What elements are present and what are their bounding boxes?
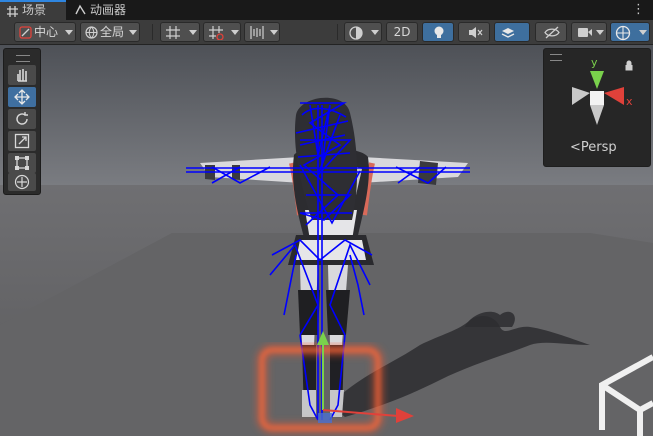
rect-transform-icon: [15, 156, 29, 170]
neg-y-cone[interactable]: [590, 105, 604, 125]
tab-animator-label: 动画器: [90, 3, 127, 17]
pivot-icon: [19, 26, 32, 39]
space-dropdown[interactable]: 全局: [80, 22, 140, 42]
rotate-icon: [16, 112, 28, 125]
center-cube[interactable]: [590, 91, 604, 105]
tab-animator[interactable]: 动画器: [68, 0, 174, 20]
2d-mode-button[interactable]: 2D: [386, 22, 418, 42]
chevron-down-icon: [65, 30, 73, 35]
grid-visibility-dropdown[interactable]: [160, 22, 200, 42]
move-icon: [14, 89, 30, 105]
effects-layers-icon: [501, 28, 515, 38]
neg-x-cone[interactable]: [572, 87, 590, 105]
grid-snap-icon: [166, 26, 180, 39]
chevron-down-icon: [596, 30, 604, 35]
chevron-down-icon: [129, 30, 137, 35]
camera-icon: [578, 28, 592, 37]
projection-label: Persp: [580, 140, 617, 155]
scene-visibility-toggle[interactable]: [535, 22, 567, 42]
chevron-down-icon: [270, 30, 278, 35]
toolbar-divider: [337, 24, 338, 40]
snap-increment-dropdown[interactable]: [203, 22, 241, 42]
scale-tool-button[interactable]: [8, 131, 36, 151]
xz-plane-handle[interactable]: [318, 413, 332, 423]
tool-palette: [3, 48, 41, 195]
gizmos-dropdown[interactable]: [610, 22, 650, 42]
align-icon: [250, 26, 264, 39]
rect-tool-button[interactable]: [8, 153, 36, 173]
chevron-down-icon: [189, 30, 197, 35]
scene-toolbar: 中心 全局 2D: [0, 20, 653, 54]
lightbulb-icon: [434, 26, 444, 38]
align-dropdown[interactable]: [244, 22, 280, 42]
scale-icon: [14, 133, 30, 149]
space-label: 全局: [100, 25, 125, 39]
draw-mode-dropdown[interactable]: [344, 22, 382, 42]
lighting-toggle[interactable]: [422, 22, 454, 42]
tab-bar: 场景 动画器 ⋮: [0, 0, 653, 20]
globe-icon: [85, 26, 98, 39]
tab-scene-label: 场景: [22, 3, 47, 17]
rotate-tool-button[interactable]: [8, 109, 36, 129]
chevron-down-icon: [371, 30, 379, 35]
orientation-gizmo[interactable]: y x <Persp: [543, 48, 651, 167]
y-cone[interactable]: [590, 71, 604, 89]
grid-icon: [7, 6, 18, 17]
hidden-eye-icon: [544, 26, 560, 39]
audio-toggle[interactable]: [458, 22, 490, 42]
hand-icon: [17, 69, 27, 82]
pivot-label: 中心: [34, 25, 59, 39]
shading-mode-icon: [349, 26, 363, 40]
2d-mode-label: 2D: [393, 25, 411, 39]
y-axis-label: y: [591, 56, 598, 69]
transform-icon: [14, 174, 30, 190]
snap-icon: [209, 26, 224, 40]
perspective-icon: <: [570, 140, 581, 155]
axis-cones: y x: [572, 56, 633, 125]
projection-toggle[interactable]: <Persp: [570, 140, 617, 155]
gizmos-icon: [615, 25, 631, 41]
x-cone[interactable]: [604, 87, 624, 105]
tab-scene[interactable]: 场景: [0, 0, 66, 20]
toolbar-divider: [152, 24, 153, 40]
camera-dropdown[interactable]: [571, 22, 607, 42]
chevron-down-icon: [231, 30, 239, 35]
hand-tool-button[interactable]: [8, 65, 36, 85]
chevron-down-icon: [639, 30, 647, 35]
pivot-dropdown[interactable]: 中心: [14, 22, 76, 42]
more-options-icon[interactable]: ⋮: [632, 2, 645, 17]
palette-grip-icon[interactable]: [16, 55, 30, 62]
effects-dropdown[interactable]: [494, 22, 530, 42]
transform-tool-button[interactable]: [8, 173, 36, 191]
x-axis-label: x: [626, 95, 633, 108]
audio-muted-icon: [469, 27, 483, 38]
animator-icon: [75, 4, 86, 15]
lock-icon[interactable]: [625, 60, 633, 71]
move-tool-button[interactable]: [8, 87, 36, 107]
